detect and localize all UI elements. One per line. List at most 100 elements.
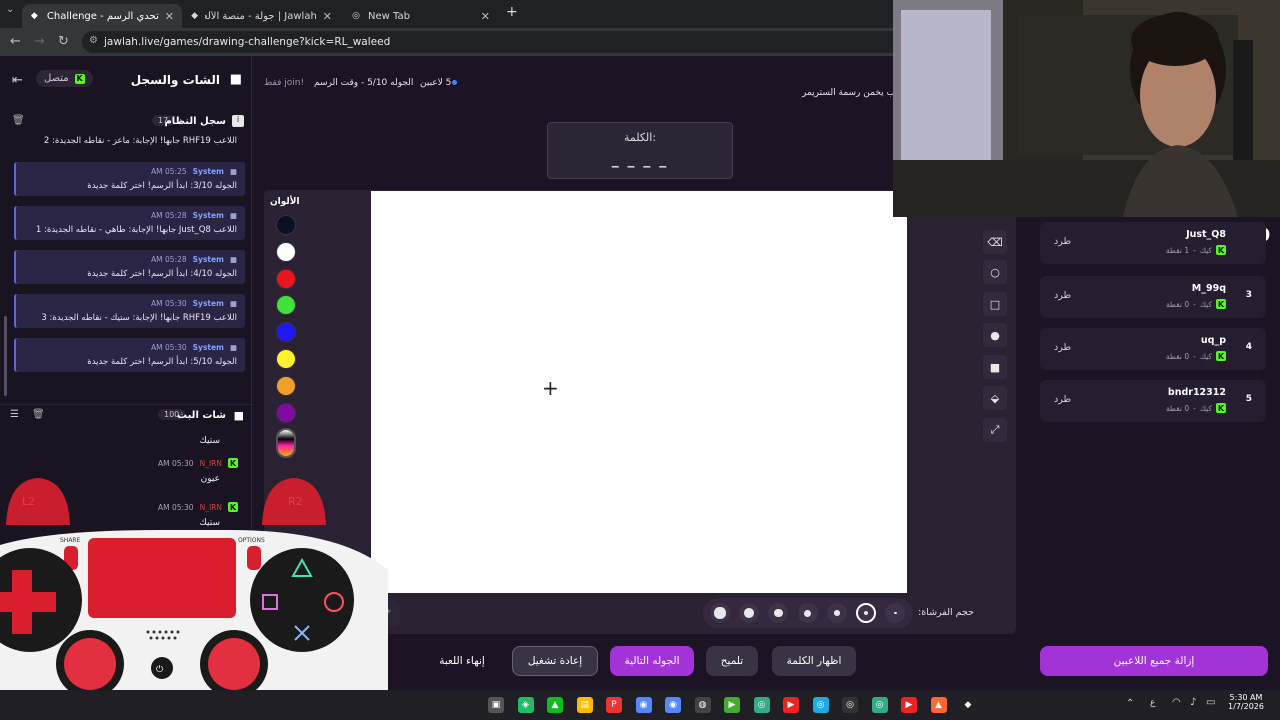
palette-title: الألوان — [270, 197, 300, 207]
kick-player-button[interactable]: طرد — [1054, 290, 1071, 301]
chat-bubble-icon: ■ — [229, 343, 237, 352]
jawlah-favicon-icon: ◆ — [30, 11, 38, 21]
discord-icon[interactable]: ◉ — [665, 697, 681, 713]
log-entry-partial: اللاعب RHF19 جابها! الإجابة: ماعز - نقاط… — [43, 136, 237, 146]
chrome-icon[interactable]: ◎ — [812, 697, 829, 713]
app-icon[interactable]: ▶ — [724, 697, 740, 713]
hint-button[interactable]: تلميح — [706, 646, 758, 676]
brush-dot-icon — [893, 611, 897, 615]
brush-size-option[interactable] — [797, 603, 818, 623]
eraser-icon[interactable]: ⌫ — [983, 230, 1007, 254]
restart-button[interactable]: إعادة تشغيل — [512, 646, 598, 676]
svg-text:SHARE: SHARE — [60, 537, 81, 544]
webcam-overlay — [893, 0, 1280, 217]
filled-rectangle-tool-icon[interactable]: ■ — [983, 355, 1007, 379]
wifi-icon[interactable]: ◠ — [1172, 697, 1181, 708]
remove-all-players-button[interactable]: إزالة جميع اللاعبين — [1040, 646, 1268, 676]
file-explorer-icon[interactable]: ▤ — [576, 697, 593, 713]
kick-player-button[interactable]: طرد — [1054, 236, 1071, 247]
log-entry: ■ System 05:28 AM الجوله 4/10: ابدأ الرسم!… — [14, 250, 245, 284]
language-indicator[interactable]: ع — [1150, 698, 1155, 708]
tab-new-tab[interactable]: ◎ New Tab ✕ — [342, 4, 498, 28]
word-box: الكلمة: _ _ _ _ — [547, 122, 733, 179]
collapse-panel-icon[interactable]: ⇤ — [12, 73, 23, 88]
svg-text:⏻: ⏻ — [156, 664, 163, 675]
brush-dot-icon — [744, 608, 755, 618]
brush-size-option[interactable] — [710, 603, 730, 623]
volume-icon[interactable]: ♪ — [1190, 697, 1196, 708]
color-swatch[interactable] — [276, 241, 296, 262]
circle-tool-icon[interactable]: ○ — [983, 260, 1007, 284]
system-log-title: سجل النظام — [164, 116, 226, 127]
next-round-button[interactable]: الجوله التالية — [610, 646, 694, 676]
clear-log-icon[interactable]: 🗑 — [12, 115, 25, 126]
system-log-header: 🗑 17 سجل النظام i — [0, 114, 252, 132]
chrome-icon[interactable]: ◎ — [753, 697, 770, 713]
tab-list-dropdown-icon[interactable]: ⌄ — [6, 4, 14, 15]
fill-bucket-icon[interactable]: ⬙ — [983, 386, 1007, 410]
color-swatch[interactable] — [276, 268, 296, 289]
clear-chat-icon[interactable]: 🗑 — [32, 409, 45, 420]
log-scrollbar[interactable] — [4, 316, 7, 396]
color-swatch[interactable] — [276, 402, 296, 423]
player-card: 5 bndr12312 K كيك -0 نقطة طرد — [1040, 380, 1266, 422]
chrome-icon[interactable]: ◎ — [871, 697, 888, 713]
youtube-icon[interactable]: ▶ — [901, 697, 917, 713]
back-icon[interactable]: ← — [10, 34, 21, 49]
end-game-button[interactable]: إنهاء اللعبة — [426, 646, 498, 676]
task-view-icon[interactable]: ▣ — [488, 697, 504, 713]
chat-settings-icon[interactable]: ☰ — [10, 409, 19, 420]
svg-text:R2: R2 — [288, 495, 303, 508]
kick-logo-icon: K — [1216, 351, 1226, 361]
word-mask: _ _ _ _ — [611, 152, 669, 168]
brush-dot-icon — [863, 610, 869, 616]
player-card: 4 uq_p K كيك -0 نقطة طرد — [1040, 328, 1266, 370]
kick-player-button[interactable]: طرد — [1054, 342, 1071, 353]
tab-drawing-challenge[interactable]: ◆ تحدي الرسم - Drawing Challenge ✕ — [22, 4, 182, 28]
filled-circle-tool-icon[interactable]: ● — [983, 323, 1007, 347]
players-count: 5 لاعبين — [420, 78, 452, 88]
clock[interactable]: 5:30 AM 1/7/2026 — [1226, 693, 1266, 711]
drawing-canvas[interactable] — [371, 191, 907, 593]
stream-chat-title: شات البث — [177, 410, 226, 421]
brush-dot-icon — [774, 608, 783, 618]
brush-size-label: حجم الفرشاة: — [918, 607, 974, 618]
chat-panel-header: ⇤ متصل K الشات والسجل ■ — [0, 70, 252, 92]
steam-icon[interactable]: ▲ — [547, 697, 563, 713]
brush-size-option[interactable] — [856, 603, 876, 623]
brave-icon[interactable]: ▲ — [930, 697, 947, 713]
reload-icon[interactable]: ↻ — [58, 34, 69, 49]
color-swatch[interactable] — [276, 215, 296, 235]
site-info-icon[interactable]: ⚙ — [89, 35, 98, 46]
gamepad-overlay: L2 R2 SHARE OPTIONS ⏻ — [0, 450, 390, 720]
show-hidden-icons[interactable]: ⌃ — [1126, 698, 1134, 709]
youtube-icon[interactable]: ▶ — [783, 697, 799, 713]
new-tab-button[interactable]: + — [506, 4, 518, 20]
chat-message: ستيك — [199, 436, 220, 446]
tab-jawlah[interactable]: ◆ Jawlah | جولة - منصة الألعاب الت ✕ — [182, 4, 340, 28]
kick-logo-icon: K — [1216, 245, 1226, 255]
battery-icon[interactable]: ▭ — [1206, 697, 1215, 708]
app-icon[interactable]: ◆ — [960, 697, 976, 713]
close-tab-icon[interactable]: ✕ — [165, 10, 174, 23]
rectangle-tool-icon[interactable]: □ — [983, 292, 1007, 316]
forward-icon[interactable]: → — [34, 34, 45, 49]
steelseries-icon[interactable]: ◍ — [694, 697, 711, 713]
color-swatch[interactable] — [276, 375, 296, 396]
brush-dot-icon — [714, 607, 726, 619]
close-tab-icon[interactable]: ✕ — [323, 10, 332, 23]
discord-icon[interactable]: ◉ — [635, 697, 652, 713]
kick-player-button[interactable]: طرد — [1054, 394, 1071, 405]
show-word-button[interactable]: اظهار الكلمة — [772, 646, 856, 676]
brush-size-option[interactable] — [826, 603, 847, 623]
pinterest-icon[interactable]: P — [606, 697, 622, 713]
windows-store-icon[interactable]: ◈ — [517, 697, 534, 713]
close-tab-icon[interactable]: ✕ — [481, 10, 490, 23]
line-tool-icon[interactable]: ⤢ — [983, 418, 1007, 442]
settings-icon[interactable]: ◎ — [842, 697, 858, 713]
chat-bubble-icon: ■ — [229, 167, 237, 176]
chrome-icon: ◎ — [352, 11, 360, 21]
color-swatch[interactable] — [276, 349, 296, 369]
log-entry: ■ System 05:30 AM الجوله 5/10: ابدأ الرسم!… — [14, 338, 245, 372]
log-entry: ■ System 05:30 AM اللاعب RHF19 جابها! الإج… — [14, 294, 245, 328]
